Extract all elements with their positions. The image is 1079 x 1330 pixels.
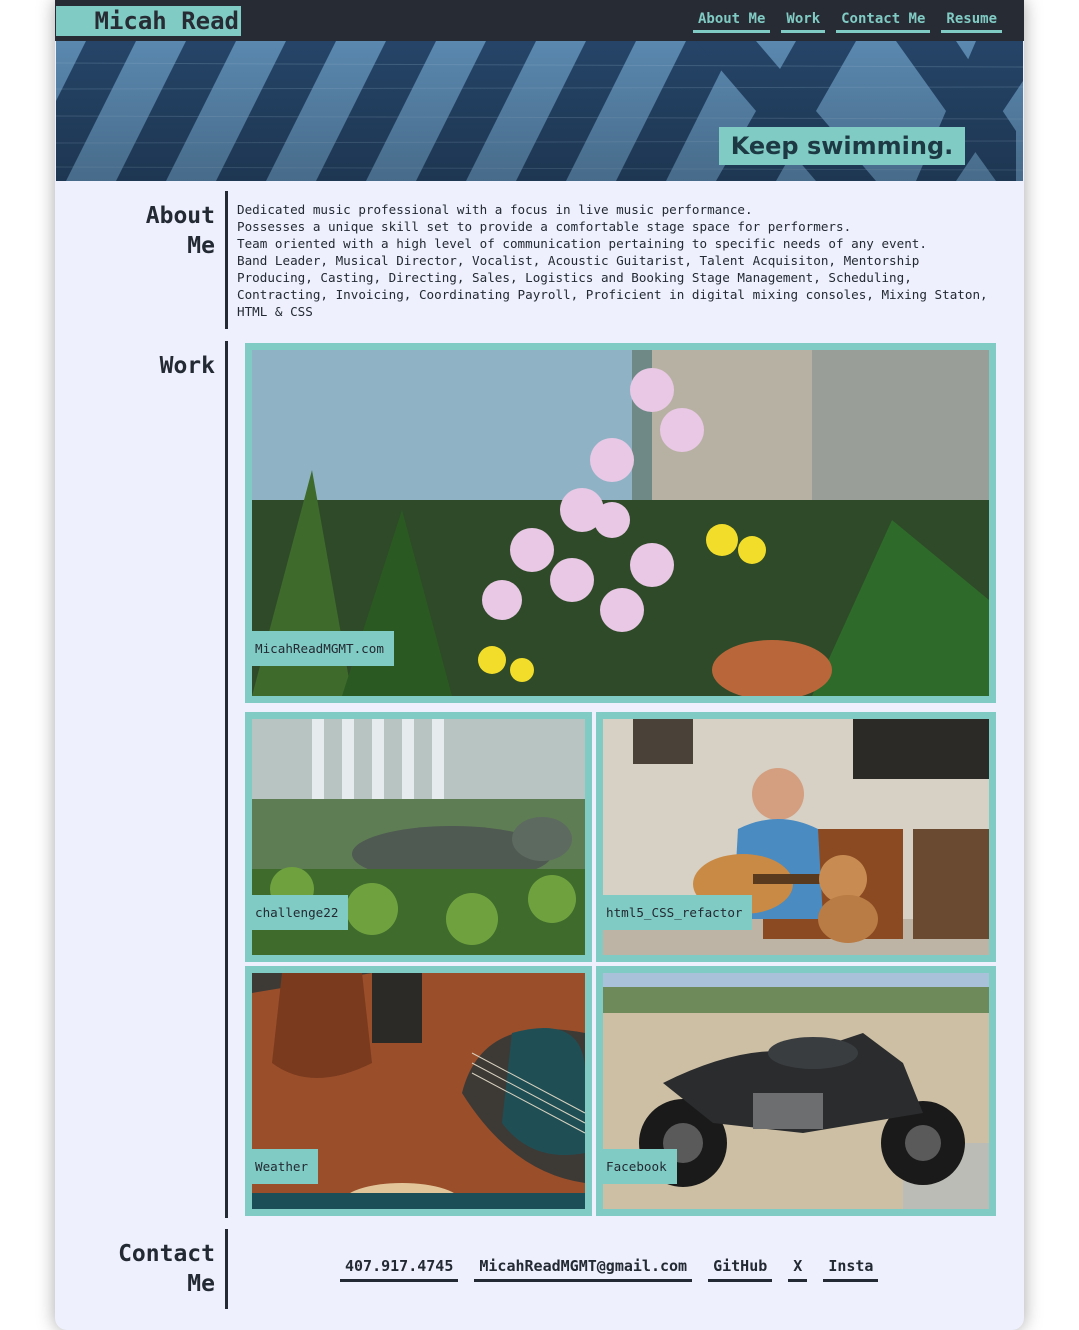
project-card[interactable]: Weather <box>245 966 592 1216</box>
project-label-challenge22[interactable]: challenge22 <box>245 895 349 930</box>
nav-work[interactable]: Work <box>781 10 826 33</box>
work-divider <box>225 341 228 1218</box>
about-line: Band Leader, Musical Director, Vocalist,… <box>237 253 920 268</box>
project-card-featured[interactable]: MicahReadMGMT.com <box>245 343 996 703</box>
x-link[interactable]: X <box>788 1257 808 1282</box>
page-frame: Micah Read About Me Work Contact Me Resu… <box>55 0 1024 1330</box>
phone-link[interactable]: 407.917.4745 <box>340 1257 459 1282</box>
contact-section-title: Contact Me <box>55 1239 215 1299</box>
nav-contact-me[interactable]: Contact Me <box>836 10 931 33</box>
project-card[interactable]: html5_CSS_refactor <box>596 712 996 962</box>
about-line: HTML & CSS <box>237 304 313 319</box>
hero-tagline: Keep swimming. <box>719 127 965 165</box>
instagram-link[interactable]: Insta <box>823 1257 879 1282</box>
contact-title-line1: Contact <box>118 1241 215 1267</box>
contact-divider <box>225 1229 228 1309</box>
hero-banner: Keep swimming. <box>56 41 1023 181</box>
about-description: Dedicated music professional with a focu… <box>237 201 997 320</box>
email-link[interactable]: MicahReadMGMT@gmail.com <box>474 1257 693 1282</box>
about-line: Producing, Casting, Directing, Sales, Lo… <box>237 270 912 285</box>
project-card[interactable]: Facebook <box>596 966 996 1216</box>
github-link[interactable]: GitHub <box>708 1257 773 1282</box>
nav-resume[interactable]: Resume <box>941 10 1002 33</box>
about-title-line2: Me <box>187 233 215 259</box>
about-title-line1: About <box>145 203 215 229</box>
main-nav: About Me Work Contact Me Resume <box>692 10 1002 33</box>
about-divider <box>225 191 228 329</box>
work-section-title: Work <box>159 353 215 379</box>
about-line: Dedicated music professional with a focu… <box>237 202 753 217</box>
top-navigation-bar: Micah Read About Me Work Contact Me Resu… <box>55 0 1024 41</box>
project-label-weather[interactable]: Weather <box>245 1149 319 1184</box>
about-line: Contracting, Invoicing, Coordinating Pay… <box>237 287 988 302</box>
project-label-facebook[interactable]: Facebook <box>596 1149 677 1184</box>
contact-links: 407.917.4745 MicahReadMGMT@gmail.com Git… <box>340 1257 879 1282</box>
site-logo[interactable]: Micah Read <box>56 6 241 36</box>
project-label-html5-css-refactor[interactable]: html5_CSS_refactor <box>596 895 753 930</box>
about-line: Possesses a unique skill set to provide … <box>237 219 852 234</box>
nav-about-me[interactable]: About Me <box>692 10 771 33</box>
about-line: Team oriented with a high level of commu… <box>237 236 927 251</box>
about-section-title: About Me <box>55 201 215 261</box>
contact-title-line2: Me <box>187 1271 215 1297</box>
project-label-micahreadmgmt[interactable]: MicahReadMGMT.com <box>245 631 394 666</box>
project-card[interactable]: challenge22 <box>245 712 592 962</box>
